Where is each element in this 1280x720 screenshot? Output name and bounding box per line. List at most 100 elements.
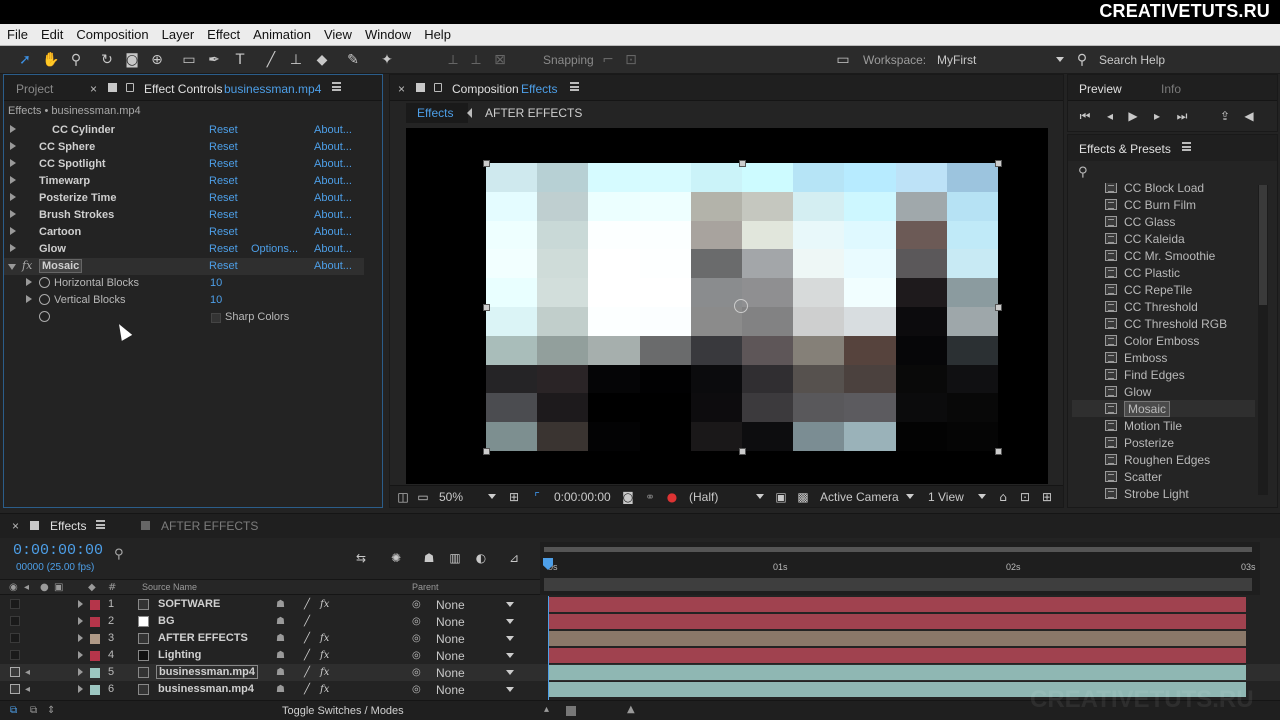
- close-icon[interactable]: ×: [90, 82, 97, 96]
- about-link[interactable]: About...: [314, 124, 352, 136]
- pickwhip-icon[interactable]: ◎: [412, 599, 421, 610]
- expand-triangle-icon[interactable]: [78, 668, 83, 676]
- lock-icon[interactable]: [434, 83, 442, 92]
- effect-row-cc-cylinder[interactable]: CC Cylinder Reset About...: [4, 122, 364, 139]
- quality-switch-icon[interactable]: ╱: [304, 667, 310, 678]
- tab-composition[interactable]: Composition: [452, 82, 519, 96]
- fx-icon[interactable]: fx: [22, 259, 32, 272]
- reset-link[interactable]: Reset: [209, 141, 238, 153]
- quality-switch-icon[interactable]: ╱: [304, 650, 310, 661]
- shy-switch-icon[interactable]: ☗: [276, 633, 285, 644]
- shy-switch-icon[interactable]: ☗: [276, 599, 285, 610]
- layer-row[interactable]: 1 SOFTWARE ☗ ╱ fx ◎ None: [0, 596, 1280, 613]
- parent-dropdown-icon[interactable]: [506, 687, 514, 692]
- eye-icon[interactable]: ◉: [9, 582, 18, 593]
- layer-row[interactable]: 2 BG ☗ ╱ ◎ None: [0, 613, 1280, 630]
- layer-name[interactable]: SOFTWARE: [158, 598, 220, 610]
- resolution-dropdown-icon[interactable]: [756, 494, 764, 499]
- shy-switch-icon[interactable]: ☗: [276, 667, 285, 678]
- reset-link[interactable]: Reset: [209, 158, 238, 170]
- effect-preset-item[interactable]: CC Burn Film: [1072, 196, 1255, 213]
- transform-handle[interactable]: [995, 448, 1002, 455]
- quality-switch-icon[interactable]: ╱: [304, 633, 310, 644]
- transform-handle[interactable]: [483, 448, 490, 455]
- effect-row-brush-strokes[interactable]: Brush Strokes Reset About...: [4, 207, 364, 224]
- expand-triangle-icon[interactable]: [26, 295, 32, 303]
- parent-dropdown-icon[interactable]: [506, 670, 514, 675]
- effect-preset-item[interactable]: Scatter: [1072, 468, 1255, 485]
- zoom-dropdown-icon[interactable]: [488, 494, 496, 499]
- layer-duration-bar[interactable]: [549, 665, 1246, 680]
- expand-triangle-icon[interactable]: [10, 244, 16, 252]
- expand-triangle-icon[interactable]: [78, 651, 83, 659]
- shy-switch-icon[interactable]: ☗: [276, 616, 285, 627]
- horizontal-blocks-value[interactable]: 10: [210, 277, 222, 289]
- fx-switch-icon[interactable]: fx: [320, 667, 329, 678]
- search-icon[interactable]: ⚲: [114, 547, 124, 562]
- pickwhip-icon[interactable]: ◎: [412, 616, 421, 627]
- active-camera[interactable]: Active Camera: [820, 490, 899, 504]
- tab-effect-controls-file[interactable]: businessman.mp4: [224, 82, 321, 96]
- expand-triangle-icon[interactable]: [26, 278, 32, 286]
- options-link[interactable]: Options...: [251, 243, 298, 255]
- expand-triangle-icon[interactable]: [78, 617, 83, 625]
- vertical-blocks-value[interactable]: 10: [210, 294, 222, 306]
- audio-toggle-icon[interactable]: ◂: [25, 667, 30, 678]
- first-frame-icon[interactable]: ⏮: [1076, 107, 1094, 125]
- expand-triangle-icon[interactable]: [78, 685, 83, 693]
- collapse-triangle-icon[interactable]: [8, 264, 16, 270]
- layer-name[interactable]: businessman.mp4: [158, 683, 254, 695]
- pan-behind-tool-icon[interactable]: ⊕: [148, 51, 166, 69]
- about-link[interactable]: About...: [314, 243, 352, 255]
- expand-triangle-icon[interactable]: [10, 210, 16, 218]
- effect-row-glow[interactable]: Glow Reset Options... About...: [4, 241, 364, 258]
- expand-triangle-icon[interactable]: [10, 142, 16, 150]
- view-layout[interactable]: 1 View: [928, 490, 964, 504]
- effect-row-cartoon[interactable]: Cartoon Reset About...: [4, 224, 364, 241]
- fx-switch-icon[interactable]: fx: [320, 633, 329, 644]
- effect-preset-item[interactable]: CC Glass: [1072, 213, 1255, 230]
- crumb-active[interactable]: Effects: [406, 103, 468, 123]
- expand-triangle-icon[interactable]: [10, 227, 16, 235]
- parent-dropdown-icon[interactable]: [506, 619, 514, 624]
- label-color-swatch[interactable]: [90, 668, 100, 678]
- resolution[interactable]: (Half): [689, 490, 718, 504]
- play-icon[interactable]: ▶: [1124, 107, 1142, 125]
- current-timecode[interactable]: 0:00:00:00: [554, 490, 611, 504]
- visibility-toggle[interactable]: [10, 684, 20, 694]
- selection-tool-icon[interactable]: ➚: [16, 51, 34, 69]
- tab-info[interactable]: Info: [1161, 82, 1181, 96]
- effect-row-cc-spotlight[interactable]: CC Spotlight Reset About...: [4, 156, 364, 173]
- expand-triangle-icon[interactable]: [10, 125, 16, 133]
- transfer-controls-icon[interactable]: ⧉: [30, 705, 37, 716]
- next-frame-icon[interactable]: ▸: [1148, 107, 1166, 125]
- flowchart-icon[interactable]: ⊞: [1038, 488, 1056, 506]
- eraser-tool-icon[interactable]: ◆: [313, 51, 331, 69]
- effect-preset-item[interactable]: Strobe Light: [1072, 485, 1255, 502]
- rotate-tool-icon[interactable]: ↻: [98, 51, 116, 69]
- menu-help[interactable]: Help: [417, 27, 457, 42]
- parent-dropdown[interactable]: None: [436, 683, 465, 697]
- about-link[interactable]: About...: [314, 260, 352, 272]
- scrollbar[interactable]: [1258, 185, 1268, 495]
- title-safe-icon[interactable]: ⌜: [528, 488, 546, 506]
- effect-row-mosaic[interactable]: fx Mosaic Reset About...: [4, 258, 364, 275]
- shy-icon[interactable]: ☗: [420, 549, 438, 567]
- scrollbar-thumb[interactable]: [1259, 185, 1267, 305]
- layer-duration-bar[interactable]: [549, 648, 1246, 663]
- sharp-colors-checkbox[interactable]: [211, 313, 221, 323]
- previous-frame-icon[interactable]: ◂: [1101, 107, 1119, 125]
- reset-link[interactable]: Reset: [209, 260, 238, 272]
- layer-name[interactable]: businessman.mp4: [156, 665, 258, 679]
- layer-duration-bar[interactable]: [549, 631, 1246, 646]
- zoom-slider[interactable]: [566, 706, 576, 716]
- brush-tool-icon[interactable]: ╱: [262, 51, 280, 69]
- effect-preset-item[interactable]: CC Threshold: [1072, 298, 1255, 315]
- layer-duration-bar[interactable]: [549, 597, 1246, 612]
- view-dropdown-icon[interactable]: [978, 494, 986, 499]
- reset-link[interactable]: Reset: [209, 124, 238, 136]
- label-color-swatch[interactable]: [90, 651, 100, 661]
- menu-edit[interactable]: Edit: [34, 27, 69, 42]
- label-color-swatch[interactable]: [90, 600, 100, 610]
- about-link[interactable]: About...: [314, 226, 352, 238]
